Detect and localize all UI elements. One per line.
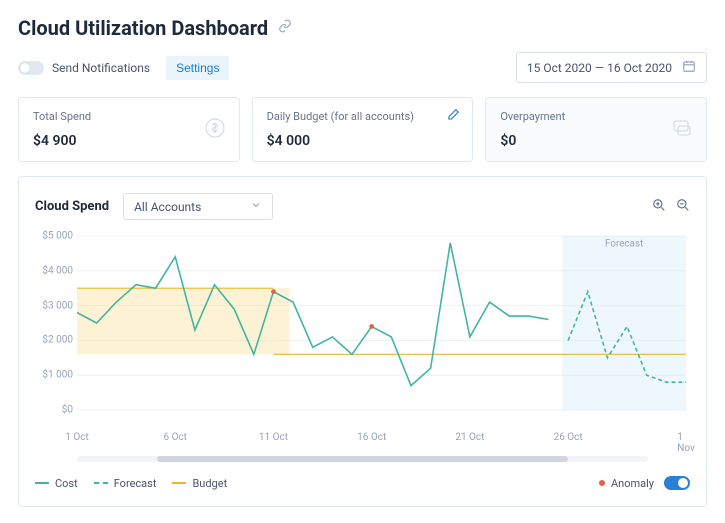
legend-cost[interactable]: Cost — [35, 477, 78, 490]
anomaly-toggle[interactable] — [664, 476, 690, 490]
card-value: $4 900 — [33, 133, 225, 149]
card-label: Daily Budget (for all accounts) — [267, 110, 459, 123]
page-title: Cloud Utilization Dashboard — [18, 16, 268, 40]
date-range-picker[interactable]: 15 Oct 2020 — 16 Oct 2020 — [516, 52, 707, 83]
zoom-out-icon[interactable] — [676, 198, 690, 216]
card-value: $4 000 — [267, 133, 459, 149]
chart-panel: Cloud Spend All Accounts $0$1 000$2 000$… — [18, 176, 707, 507]
link-icon[interactable] — [278, 19, 292, 37]
accounts-select-value: All Accounts — [134, 200, 201, 214]
legend-anomaly: Anomaly — [599, 477, 654, 490]
settings-button[interactable]: Settings — [166, 56, 229, 80]
dollar-icon — [203, 116, 227, 144]
card-label: Overpayment — [500, 110, 692, 123]
edit-icon[interactable] — [446, 108, 460, 126]
card-total-spend: Total Spend $4 900 — [18, 97, 240, 162]
svg-text:Forecast: Forecast — [605, 238, 643, 249]
zoom-in-icon[interactable] — [652, 198, 666, 216]
legend-budget[interactable]: Budget — [172, 477, 227, 490]
chevron-down-icon — [250, 199, 262, 214]
card-value: $0 — [500, 133, 692, 149]
calendar-icon — [682, 59, 696, 76]
legend-forecast[interactable]: Forecast — [94, 477, 157, 490]
card-label: Total Spend — [33, 110, 225, 123]
accounts-select[interactable]: All Accounts — [123, 193, 273, 220]
chart-area: $0$1 000$2 000$3 000$4 000$5 000 Forecas… — [77, 230, 686, 430]
chart-title: Cloud Spend — [35, 199, 109, 214]
card-daily-budget: Daily Budget (for all accounts) $4 000 — [252, 97, 474, 162]
date-range-value: 15 Oct 2020 — 16 Oct 2020 — [527, 61, 672, 75]
notifications-toggle[interactable] — [18, 61, 44, 75]
chat-icon — [670, 116, 694, 144]
card-overpayment: Overpayment $0 — [485, 97, 707, 162]
chart-scrollbar[interactable] — [77, 456, 648, 462]
notifications-label: Send Notifications — [52, 61, 150, 75]
chart-svg: Forecast — [77, 230, 686, 430]
